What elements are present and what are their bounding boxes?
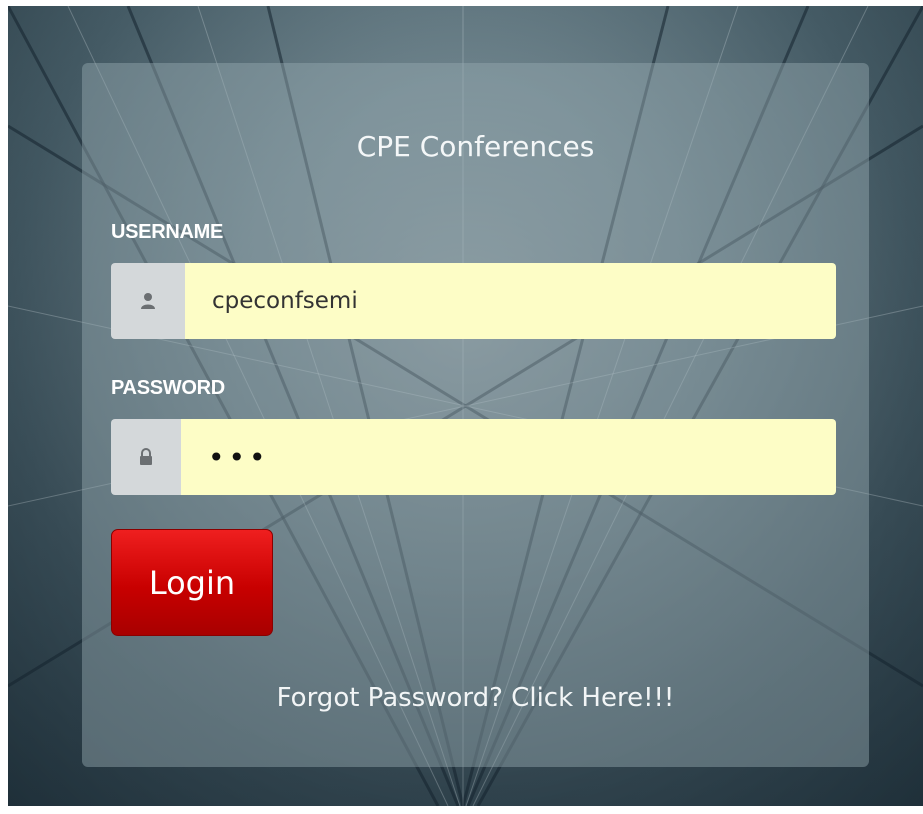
password-label: PASSWORD (111, 377, 225, 399)
password-input-group (111, 419, 836, 495)
password-field[interactable] (181, 419, 836, 495)
username-field[interactable] (185, 263, 836, 339)
username-label: USERNAME (111, 221, 224, 243)
login-panel: CPE Conferences USERNAME PASSWORD Login (82, 63, 869, 767)
user-icon (111, 263, 185, 339)
forgot-password-link[interactable]: Forgot Password? Click Here!!! (82, 683, 869, 713)
page-background: CPE Conferences USERNAME PASSWORD Login (8, 6, 923, 806)
username-input-group (111, 263, 836, 339)
form-title: CPE Conferences (356, 130, 595, 163)
lock-icon (111, 419, 181, 495)
login-button[interactable]: Login (111, 529, 273, 636)
